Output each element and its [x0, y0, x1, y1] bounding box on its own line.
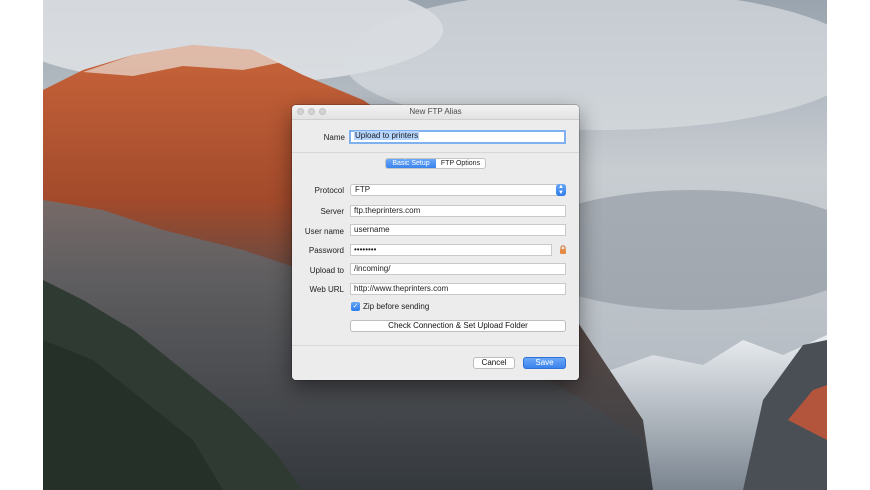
upload-to-field[interactable]: /incoming/: [350, 263, 566, 275]
stepper-arrows-icon: ▲ ▼: [556, 184, 566, 196]
tab-basic-setup[interactable]: Basic Setup: [386, 159, 436, 168]
check-connection-button[interactable]: Check Connection & Set Upload Folder: [350, 320, 566, 332]
lock-icon[interactable]: [558, 245, 568, 255]
dialog-footer: Cancel Save: [292, 345, 579, 380]
password-label: Password: [308, 246, 344, 255]
cancel-button[interactable]: Cancel: [473, 357, 515, 369]
save-button[interactable]: Save: [523, 357, 566, 369]
protocol-value: FTP: [355, 185, 371, 194]
name-value: Upload to printers: [354, 131, 420, 140]
server-label: Server: [320, 207, 344, 216]
server-field[interactable]: ftp.theprinters.com: [350, 205, 566, 217]
upload-to-label: Upload to: [309, 266, 344, 275]
dialog-title: New FTP Alias: [409, 107, 462, 116]
web-url-label: Web URL: [309, 285, 344, 294]
tab-ftp-options[interactable]: FTP Options: [436, 159, 485, 168]
new-ftp-alias-dialog: New FTP Alias Name Upload to printers Ba…: [292, 105, 579, 380]
username-field[interactable]: username: [350, 224, 566, 236]
tab-control: Basic Setup FTP Options: [385, 158, 486, 169]
checkmark-icon: ✓: [352, 303, 359, 310]
name-label: Name: [323, 133, 345, 142]
protocol-select[interactable]: FTP ▲ ▼: [350, 184, 566, 196]
password-field[interactable]: ••••••••: [350, 244, 552, 256]
web-url-field[interactable]: http://www.theprinters.com: [350, 283, 566, 295]
protocol-label: Protocol: [314, 186, 344, 195]
zip-checkbox-label[interactable]: Zip before sending: [363, 302, 429, 311]
titlebar: New FTP Alias: [292, 105, 579, 120]
username-label: User name: [304, 227, 344, 236]
name-field[interactable]: Upload to printers: [349, 130, 566, 144]
zip-checkbox[interactable]: ✓: [351, 302, 360, 311]
header-separator: [292, 152, 579, 153]
